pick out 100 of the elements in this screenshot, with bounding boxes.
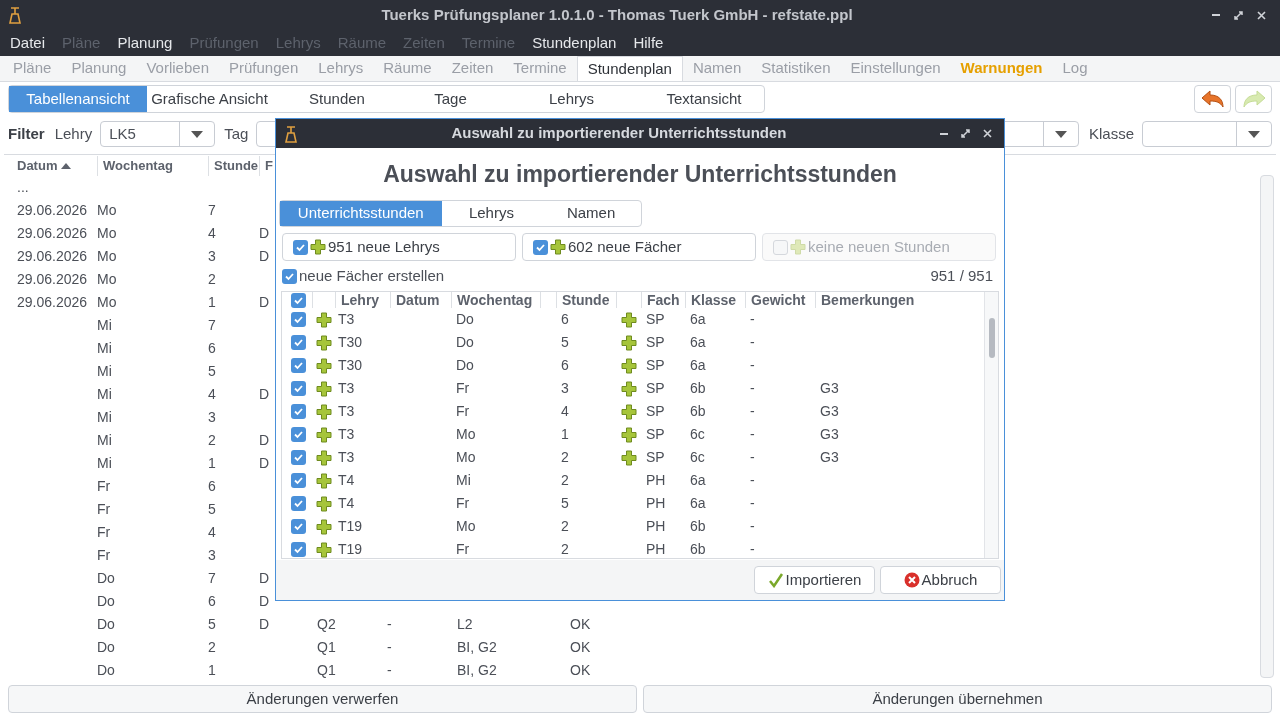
table-cell: 2 — [561, 518, 569, 534]
view-tab[interactable]: Stunden — [272, 86, 402, 112]
table-cell: 4 — [561, 403, 569, 419]
table-cell: T3 — [338, 426, 355, 442]
dropdown-field[interactable]: LK5 — [100, 121, 216, 147]
table-cell: G3 — [820, 403, 839, 419]
scrollbar-thumb[interactable] — [989, 318, 995, 358]
table-cell: Fr — [456, 380, 470, 396]
tab[interactable]: Stundenplan — [576, 56, 683, 81]
checkbox[interactable] — [533, 239, 548, 255]
menu-item[interactable]: Stundenplan — [532, 31, 617, 55]
column-header[interactable]: Datum — [17, 156, 58, 176]
checkbox[interactable] — [291, 358, 306, 373]
table-cell: Mi — [97, 432, 112, 448]
column-header[interactable]: Lehry — [341, 292, 380, 308]
table-cell: 2 — [561, 541, 569, 557]
checkbox[interactable] — [291, 496, 306, 511]
dialog-heading: Auswahl zu importierender Unterrichtsstunden — [383, 159, 897, 189]
close-icon[interactable] — [1257, 10, 1266, 20]
table-cell: Do — [456, 357, 474, 373]
checkbox[interactable] — [291, 473, 306, 488]
dialog-tab[interactable]: Unterrichtsstunden — [280, 201, 442, 226]
check-icon — [293, 314, 304, 325]
table-cell: T3 — [338, 380, 355, 396]
minimize-icon[interactable] — [940, 132, 948, 135]
checkbox[interactable] — [291, 381, 306, 396]
checkbox[interactable] — [291, 292, 306, 308]
table-cell: - — [750, 380, 755, 396]
undo-arrow-icon — [1200, 90, 1225, 108]
checkbox[interactable] — [291, 312, 306, 327]
table-cell: Mi — [456, 472, 471, 488]
dropdown-field[interactable] — [1142, 121, 1272, 147]
table-cell: SP — [646, 357, 665, 373]
table-cell: Mo — [97, 202, 117, 218]
table-cell: T3 — [338, 449, 355, 465]
checkbox[interactable] — [282, 268, 297, 284]
table-cell: 6 — [208, 478, 216, 494]
view-tab[interactable]: Textansicht — [644, 86, 764, 112]
checkbox[interactable] — [291, 519, 306, 534]
maximize-icon[interactable] — [1234, 10, 1243, 20]
column-header[interactable]: Stunde — [562, 292, 610, 308]
table-cell: - — [750, 449, 755, 465]
checkbox[interactable] — [291, 542, 306, 557]
column-header[interactable]: F — [265, 156, 273, 176]
table-cell: SP — [646, 403, 665, 419]
table-cell: Mo — [456, 449, 476, 465]
option-toggle-button[interactable]: 602 neue Fächer — [522, 233, 756, 261]
scrollbar[interactable] — [1260, 175, 1274, 678]
column-header[interactable]: Wochentag — [457, 292, 533, 308]
view-tab[interactable]: Grafische Ansicht — [147, 86, 272, 112]
maximize-icon[interactable] — [961, 129, 970, 138]
view-tab[interactable]: Lehrys — [499, 86, 644, 112]
checkbox[interactable] — [291, 404, 306, 419]
view-tab[interactable]: Tabellenansicht — [9, 86, 147, 112]
menu-item[interactable]: Planung — [117, 31, 173, 55]
column-header[interactable]: Stunde — [214, 156, 259, 176]
scrollbar[interactable] — [984, 292, 998, 558]
column-header[interactable]: Datum — [396, 292, 440, 308]
table-cell: 2 — [208, 271, 216, 287]
checkbox[interactable] — [291, 450, 306, 465]
bottom-button[interactable]: Änderungen verwerfen — [8, 685, 637, 713]
column-header[interactable]: Fach — [647, 292, 680, 308]
sort-ascending-icon — [61, 163, 72, 169]
dialog-tab[interactable]: Namen — [541, 201, 641, 226]
menu-item[interactable]: Datei — [10, 31, 46, 55]
table-cell: 6a — [690, 311, 706, 327]
check-icon — [293, 360, 304, 371]
app-logo-icon — [8, 6, 22, 24]
column-header[interactable]: Klasse — [691, 292, 737, 308]
dialog-button[interactable]: Abbruch — [880, 566, 1001, 594]
view-tab[interactable]: Tage — [402, 86, 499, 112]
table-cell: PH — [646, 518, 666, 534]
bottom-button[interactable]: Änderungen übernehmen — [643, 685, 1272, 713]
table-cell: - — [750, 426, 755, 442]
table-cell: D — [259, 248, 270, 264]
option-toggle-button[interactable]: 951 neue Lehrys — [282, 233, 516, 261]
count-label: 951 / 951 — [930, 265, 994, 286]
table-cell: 29.06.2026 — [17, 202, 88, 218]
check-icon — [293, 383, 304, 394]
table-cell: Q1 — [317, 639, 336, 655]
dialog-button[interactable]: Importieren — [754, 566, 875, 594]
checkbox-label: neue Fächer erstellen — [299, 265, 446, 286]
app-logo-icon — [284, 124, 298, 143]
table-cell: Mo — [97, 271, 117, 287]
checkbox[interactable] — [291, 335, 306, 350]
tag-label: Tag — [224, 123, 249, 144]
checkbox[interactable] — [293, 239, 308, 255]
column-header[interactable]: Gewicht — [751, 292, 806, 308]
dropdown-caret-icon — [1054, 130, 1067, 138]
undo-button[interactable] — [1194, 85, 1231, 113]
table-cell: 4 — [208, 225, 216, 241]
table-cell: Mo — [97, 248, 117, 264]
menu-item[interactable]: Hilfe — [633, 31, 664, 55]
close-icon[interactable] — [983, 129, 992, 138]
table-cell: 29.06.2026 — [17, 271, 88, 287]
dialog-tab[interactable]: Lehrys — [441, 201, 542, 226]
table-cell: - — [750, 518, 755, 534]
column-header[interactable]: Wochentag — [103, 156, 173, 176]
checkbox[interactable] — [291, 427, 306, 442]
column-header[interactable]: Bemerkungen — [821, 292, 915, 308]
